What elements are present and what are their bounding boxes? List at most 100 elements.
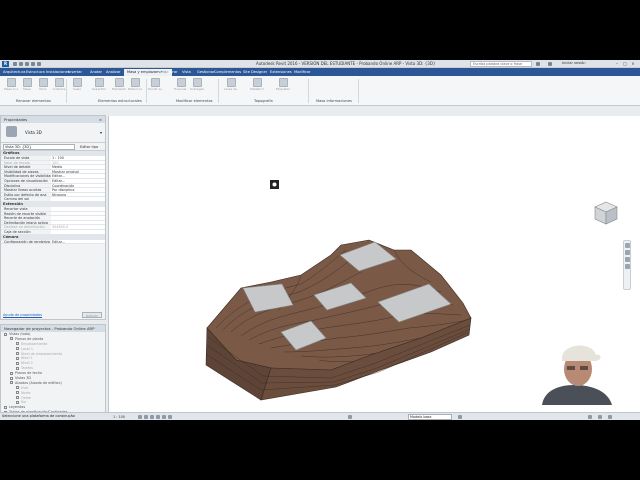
chevron-down-icon[interactable]: ▾ <box>100 130 102 135</box>
property-value[interactable] <box>51 206 105 211</box>
tab-5[interactable]: Anotar <box>90 69 102 76</box>
tab-10[interactable]: Gestionar <box>197 69 214 76</box>
ribbon-button[interactable]: Suelo <box>70 78 84 96</box>
property-value[interactable] <box>51 229 105 234</box>
property-value[interactable]: Coordinación <box>51 183 105 188</box>
expand-icon[interactable] <box>10 371 13 375</box>
property-value[interactable]: 304800.0 <box>51 225 105 229</box>
pan-icon[interactable] <box>624 257 630 262</box>
visual-style-icon[interactable] <box>144 415 148 419</box>
ribbon-button[interactable]: Plataforma de construcción <box>250 78 264 96</box>
ribbon-button-icon <box>192 78 202 87</box>
property-value[interactable]: 100 <box>51 160 105 165</box>
viewcube-icon[interactable] <box>591 198 621 228</box>
property-value[interactable] <box>51 197 105 201</box>
worksharing-icon[interactable] <box>348 415 352 419</box>
sun-path-icon[interactable] <box>150 415 154 419</box>
browser-node-label: Nivel 1 <box>21 356 33 361</box>
save-icon[interactable] <box>19 62 23 66</box>
view-selector[interactable]: Vista 3D: {3D} <box>3 144 75 150</box>
ribbon-button[interactable]: Masa in situ <box>4 78 18 96</box>
expand-icon[interactable] <box>4 405 7 409</box>
property-value[interactable]: Editar... <box>51 239 105 244</box>
property-value[interactable] <box>51 211 105 216</box>
shadows-icon[interactable] <box>156 415 160 419</box>
expand-icon[interactable] <box>16 386 19 390</box>
ribbon-button[interactable]: Masa <box>20 78 34 96</box>
expand-icon[interactable] <box>16 356 19 360</box>
tab-6[interactable]: Analizar <box>106 69 121 76</box>
search-icon[interactable] <box>536 62 540 66</box>
property-value[interactable] <box>51 216 105 220</box>
redo-icon[interactable] <box>31 62 35 66</box>
expand-icon[interactable] <box>4 332 7 336</box>
type-selector[interactable]: Vista 3D ▾ <box>1 123 105 143</box>
tab-3[interactable]: Instalaciones <box>46 69 70 76</box>
filter-selection-icon[interactable] <box>608 415 612 419</box>
search-input[interactable]: Escriba palabra clave o frase <box>470 61 532 67</box>
navigation-bar[interactable] <box>623 240 631 290</box>
property-value[interactable]: Editar... <box>51 178 105 183</box>
ribbon-button[interactable]: Fusionar superficies <box>174 78 188 96</box>
detail-level-icon[interactable] <box>138 415 142 419</box>
edit-type-button[interactable]: Editar tipo <box>80 144 98 150</box>
expand-icon[interactable] <box>10 337 13 341</box>
close-button[interactable]: × <box>630 61 636 66</box>
tab-2[interactable]: Estructura <box>26 69 45 76</box>
expand-icon[interactable] <box>16 396 19 400</box>
crop-view-icon[interactable] <box>162 415 166 419</box>
ribbon-button[interactable]: Superficie topográfica <box>92 78 106 96</box>
expand-icon[interactable] <box>16 361 19 365</box>
select-pinned-icon[interactable] <box>598 415 602 419</box>
expand-icon[interactable] <box>16 391 19 395</box>
property-value[interactable]: Medio <box>51 165 105 169</box>
select-links-icon[interactable] <box>588 415 592 419</box>
property-value[interactable]: Por disciplina <box>51 188 105 192</box>
ribbon-button[interactable]: Elemento de emplazamiento <box>112 78 126 96</box>
property-value[interactable]: Ninguno <box>51 192 105 197</box>
property-value[interactable]: Mostrar original <box>51 169 105 174</box>
revit-logo[interactable]: R <box>2 61 9 67</box>
expand-icon[interactable] <box>10 381 13 385</box>
expand-icon[interactable] <box>16 342 19 346</box>
tab-13[interactable]: Extensiones <box>270 69 292 76</box>
property-value[interactable] <box>51 220 105 225</box>
expand-icon[interactable] <box>16 352 19 356</box>
filter-icon[interactable] <box>458 415 462 419</box>
expand-icon[interactable] <box>10 376 13 380</box>
sign-in-link[interactable]: Iniciar sesión <box>562 61 586 65</box>
expand-icon[interactable] <box>16 400 19 404</box>
ribbon-button[interactable]: Cubierta <box>52 78 66 96</box>
print-icon[interactable] <box>37 62 41 66</box>
apply-button[interactable]: Aplicar <box>81 312 102 318</box>
expand-icon[interactable] <box>16 347 19 351</box>
tab-1[interactable]: Arquitectura <box>3 69 25 76</box>
ribbon-button[interactable]: Estacionamiento <box>128 78 142 96</box>
ribbon-button[interactable]: Subregión <box>190 78 204 96</box>
orbit-icon[interactable] <box>624 264 630 269</box>
ribbon-button[interactable]: Etiquetar curvas de nivel <box>276 78 290 96</box>
temporary-hide-icon[interactable] <box>168 415 172 419</box>
steering-wheel-icon[interactable] <box>624 243 630 248</box>
property-value[interactable]: 1 : 100 <box>51 156 105 160</box>
view-scale[interactable]: 1 : 100 <box>113 414 125 420</box>
open-icon[interactable] <box>13 62 17 66</box>
tab-12[interactable]: Site Designer <box>243 69 267 76</box>
tab-8[interactable]: Colaborar <box>160 69 178 76</box>
ribbon-button[interactable]: Línea de propiedad <box>224 78 238 96</box>
minimize-button[interactable]: – <box>614 61 620 66</box>
close-icon[interactable]: × <box>99 116 102 123</box>
tab-9[interactable]: Vista <box>182 69 191 76</box>
undo-icon[interactable] <box>25 62 29 66</box>
tab-4[interactable]: Insertar <box>68 69 82 76</box>
tab-11[interactable]: Complementos <box>214 69 241 76</box>
property-value[interactable]: Editar... <box>51 174 105 178</box>
properties-help-link[interactable]: Ayuda de propiedades <box>3 313 42 317</box>
tab-14[interactable]: Modificar <box>294 69 311 76</box>
design-option-select[interactable]: Modelo base <box>408 414 452 420</box>
zoom-icon[interactable] <box>624 250 630 255</box>
expand-icon[interactable] <box>16 366 19 370</box>
ribbon-button[interactable]: Muro <box>36 78 50 96</box>
ribbon-button[interactable]: Dividir superficie <box>148 78 162 96</box>
maximize-button[interactable]: □ <box>622 61 628 66</box>
